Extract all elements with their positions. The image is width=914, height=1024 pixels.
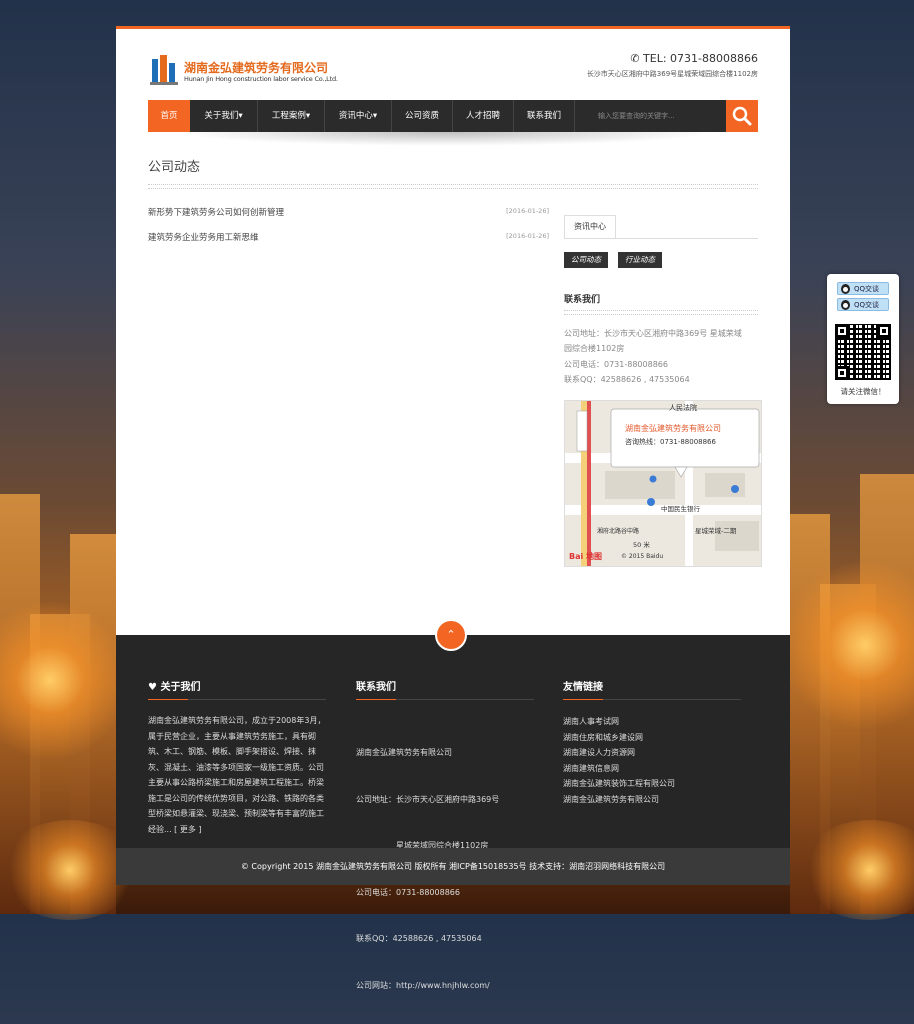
phone-icon: ✆ <box>630 52 640 65</box>
sidebar-divider <box>564 310 758 315</box>
nav-shadow <box>176 132 716 146</box>
back-to-top-button[interactable]: ⌃ <box>435 619 467 651</box>
qq-chat-button[interactable]: QQ交谈 <box>837 298 889 311</box>
news-item[interactable]: 建筑劳务企业劳务用工新思维 [2016-01-26] <box>148 231 549 243</box>
footer-link[interactable]: 湖南人事考试网 <box>563 714 753 730</box>
news-item[interactable]: 新形势下建筑劳务公司如何创新管理 [2016-01-26] <box>148 206 549 218</box>
copyright-bar: © Copyright 2015 湖南金弘建筑劳务有限公司 版权所有 湘ICP备… <box>116 848 790 885</box>
footer-more-link[interactable]: 经验... [ 更多 ] <box>148 822 338 838</box>
logo-chinese-name: 湖南金弘建筑劳务有限公司 <box>184 61 329 75</box>
news-date: [2016-01-26] <box>506 232 549 240</box>
category-industry-news[interactable]: 行业动态 <box>618 252 662 268</box>
news-title[interactable]: 新形势下建筑劳务公司如何创新管理 <box>148 208 284 218</box>
nav-item-projects[interactable]: 工程案例▾ <box>258 100 324 132</box>
qq-penguin-icon <box>841 284 850 294</box>
header-address: 长沙市天心区湘府中路369号星城荣域园综合楼1102房 <box>586 70 758 78</box>
sidebar-address-line2: 园综合楼1102房 <box>564 344 625 353</box>
map-label-bank: 中国民生银行 <box>661 505 700 513</box>
wechat-qr-code <box>835 324 891 380</box>
nav-item-home[interactable]: 首页 <box>148 100 190 132</box>
footer-link[interactable]: 湖南建筑信息网 <box>563 761 753 777</box>
sidebar-address-line1: 公司地址：长沙市天心区湘府中路369号 星城荣域 <box>564 329 742 338</box>
footer-link[interactable]: 湖南金弘建筑装饰工程有限公司 <box>563 776 753 792</box>
search-input[interactable]: 输入您要查询的关键字... <box>592 106 722 126</box>
footer-link[interactable]: 湖南金弘建筑劳务有限公司 <box>563 792 753 808</box>
nav-item-careers[interactable]: 人才招聘 <box>453 100 513 132</box>
search-button[interactable] <box>726 100 758 132</box>
map-scale: 50 米 <box>633 541 650 549</box>
footer-contact-heading: 联系我们 <box>356 682 396 693</box>
qq-chat-button[interactable]: QQ交谈 <box>837 282 889 295</box>
footer-divider <box>148 699 326 700</box>
location-map[interactable]: 人民法院 湖南金弘建筑劳务有限公司 咨询热线：0731-88008866 中国民… <box>564 400 762 567</box>
news-title[interactable]: 建筑劳务企业劳务用工新思维 <box>148 233 259 243</box>
footer-website-link[interactable]: 公司网站：http://www.hnjhlw.com/ <box>356 978 546 994</box>
wechat-caption: 请关注微信！ <box>840 387 886 396</box>
qq-penguin-icon <box>841 300 850 310</box>
footer-link[interactable]: 湖南建设人力资源网 <box>563 745 753 761</box>
nav-item-qualifications[interactable]: 公司资质 <box>392 100 452 132</box>
site-logo[interactable]: 湖南金弘建筑劳务有限公司 Hunan Jin Hong construction… <box>150 53 350 89</box>
map-label-road: 星城荣域-二期 <box>695 527 737 535</box>
sidebar-qq: 联系QQ：42588626 , 47535064 <box>564 375 690 384</box>
title-divider <box>148 184 758 189</box>
nav-item-news[interactable]: 资讯中心▾ <box>325 100 391 132</box>
news-date: [2016-01-26] <box>506 207 549 215</box>
footer-link[interactable]: 湖南住房和城乡建设网 <box>563 730 753 746</box>
qq-widget: QQ交谈 QQ交谈 请关注微信！ <box>827 274 899 404</box>
header-phone: ✆ TEL: 0731-88008866 <box>630 52 758 65</box>
map-label-area: 湘府北路谷中路 <box>597 528 640 535</box>
logo-building-icon <box>150 55 178 85</box>
site-footer: ⌃ ♥ 关于我们 湖南金弘建筑劳务有限公司，成立于2008年3月， 属于民营企业… <box>116 619 790 990</box>
footer-about-heading: ♥ 关于我们 <box>148 682 201 693</box>
tab-news-center[interactable]: 资讯中心 <box>564 215 616 239</box>
footer-divider <box>563 699 741 700</box>
sidebar-contact-heading: 联系我们 <box>564 295 601 305</box>
map-copyright: © 2015 Baidu <box>621 553 664 560</box>
sidebar-phone: 公司电话：0731-88008866 <box>564 360 668 369</box>
tab-underline <box>564 238 758 239</box>
nav-divider <box>574 100 575 132</box>
footer-divider <box>356 699 534 700</box>
footer-links-list: 湖南人事考试网 湖南住房和城乡建设网 湖南建设人力资源网 湖南建筑信息网 湖南金… <box>563 714 753 807</box>
footer-about-text: 湖南金弘建筑劳务有限公司，成立于2008年3月， 属于民营企业，主要从事建筑劳务… <box>148 713 338 837</box>
footer-links-heading: 友情链接 <box>563 682 603 693</box>
page-title: 公司动态 <box>148 160 201 175</box>
main-nav: 首页 关于我们▾ 工程案例▾ 资讯中心▾ 公司资质 人才招聘 联系我们 输入您要… <box>148 100 758 132</box>
map-brand-logo: Bai 地图 <box>569 552 603 561</box>
map-popup-phone: 咨询热线：0731-88008866 <box>625 438 716 446</box>
map-label-court: 人民法院 <box>669 404 697 412</box>
map-popup-title: 湖南金弘建筑劳务有限公司 <box>625 424 721 433</box>
chevron-up-icon: ⌃ <box>446 628 456 641</box>
category-company-news[interactable]: 公司动态 <box>564 252 608 268</box>
logo-english-name: Hunan Jin Hong construction labor servic… <box>184 75 338 83</box>
page-container: 湖南金弘建筑劳务有限公司 Hunan Jin Hong construction… <box>116 26 790 990</box>
nav-item-contact[interactable]: 联系我们 <box>514 100 574 132</box>
nav-item-about[interactable]: 关于我们▾ <box>190 100 257 132</box>
search-icon <box>732 106 752 126</box>
